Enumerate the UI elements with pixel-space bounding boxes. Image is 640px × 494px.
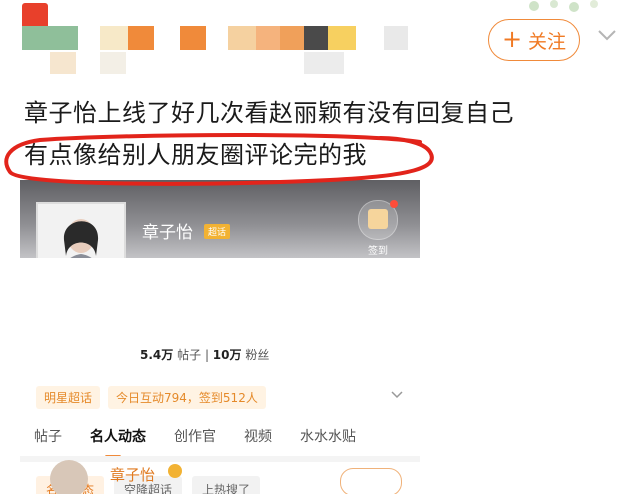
filter-chip-trending[interactable]: 上热搜了 — [192, 476, 261, 494]
profile-card: 5.4万 帖子 | 10万 粉丝 明星超话 今日互动794，签到512人 帖子 … — [20, 258, 420, 494]
profile-tabs: 帖子 名人动态 创作官 视频 水水水贴 — [20, 426, 420, 458]
avatar[interactable] — [50, 460, 88, 494]
star-super-topic-chip[interactable]: 明星超话 — [36, 386, 101, 409]
checkin-button[interactable]: 签到 — [356, 200, 400, 257]
follow-button-label: 关注 — [528, 30, 567, 53]
plus-icon: + — [501, 25, 523, 53]
daily-interaction-chip: 今日互动794，签到512人 — [108, 386, 266, 409]
fans-count: 10万 — [212, 348, 242, 362]
tab-video[interactable]: 视频 — [230, 426, 286, 446]
mosaic-blur — [22, 26, 78, 50]
posts-label: 帖子 — [177, 348, 202, 362]
profile-stats: 5.4万 帖子 | 10万 粉丝 — [140, 348, 270, 362]
divider — [20, 456, 420, 462]
mosaic-blur — [100, 26, 128, 50]
fans-label: 粉丝 — [245, 348, 270, 362]
posts-count: 5.4万 — [140, 348, 174, 362]
comment-author[interactable]: 章子怡 — [110, 464, 155, 485]
decoration-icon — [529, 0, 598, 12]
mosaic-blur — [304, 26, 328, 50]
embedded-screenshot: 章子怡 超话 签到 5.4万 帖子 | 10万 粉丝 明星超话 今日互动794，… — [20, 180, 420, 494]
mosaic-blur — [280, 26, 304, 50]
profile-chips: 明星超话 今日互动794，签到512人 — [36, 386, 266, 409]
checkin-icon — [358, 200, 398, 240]
highlight-circle — [4, 133, 434, 186]
chevron-down-icon[interactable] — [596, 24, 618, 46]
mosaic-blur — [50, 52, 76, 74]
tab-creator[interactable]: 创作官 — [160, 426, 230, 446]
mosaic-blur — [384, 26, 408, 50]
mosaic-blur — [100, 52, 126, 74]
mosaic-blur — [128, 26, 154, 50]
mosaic-blur — [180, 26, 206, 50]
checkin-label: 签到 — [368, 246, 388, 257]
calendar-icon — [368, 209, 388, 229]
tab-celebrity-updates[interactable]: 名人动态 — [76, 426, 160, 458]
tab-water-posts[interactable]: 水水水贴 — [286, 426, 370, 446]
mosaic-blur — [256, 26, 280, 50]
vip-icon — [168, 464, 182, 478]
follow-button[interactable] — [340, 468, 402, 494]
follow-button[interactable]: + 关注 — [488, 19, 580, 61]
super-topic-badge: 超话 — [204, 224, 231, 239]
chevron-down-icon[interactable] — [390, 388, 404, 402]
tab-posts[interactable]: 帖子 — [20, 426, 76, 446]
mosaic-blur — [228, 26, 256, 50]
mosaic-blur — [328, 26, 356, 50]
notification-dot — [390, 200, 398, 208]
mosaic-blur — [304, 52, 344, 74]
profile-name: 章子怡 — [142, 223, 193, 243]
